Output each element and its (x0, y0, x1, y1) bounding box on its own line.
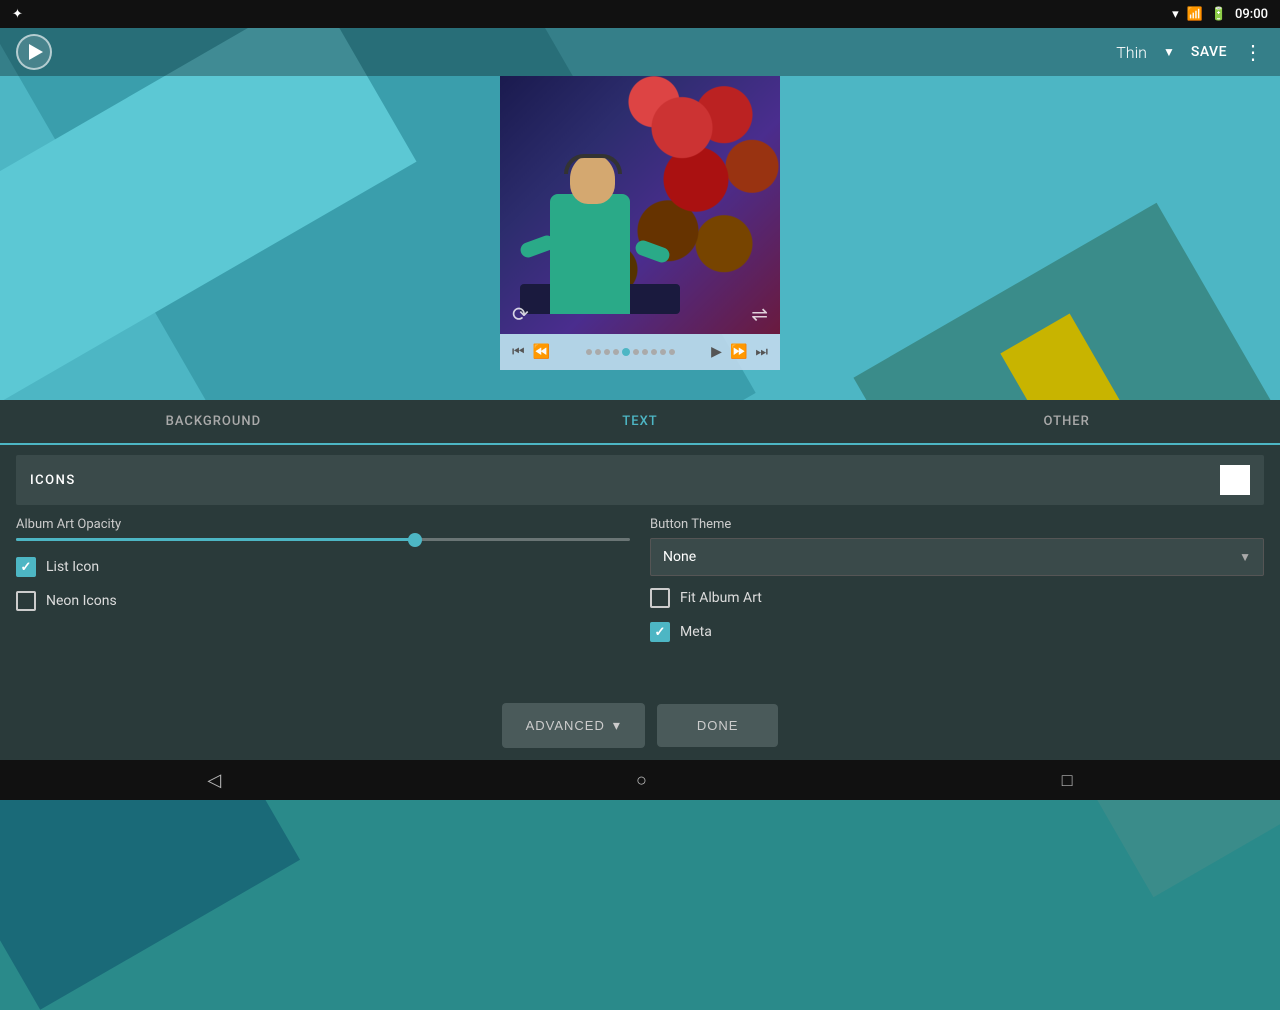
bottom-panel: BACKGROUND TEXT OTHER ICONS Album Art Op… (0, 400, 1280, 760)
icons-color-swatch[interactable] (1220, 465, 1250, 495)
toolbar: Thin ▼ SAVE ⋮ (0, 28, 1280, 76)
fit-album-art-row: Fit Album Art (650, 588, 1264, 608)
album-art-image (500, 76, 780, 334)
dj-arm-right (633, 238, 671, 264)
tab-other[interactable]: OTHER (853, 400, 1280, 443)
slider-thumb[interactable] (408, 533, 422, 547)
dot-2 (595, 349, 601, 355)
advanced-button[interactable]: ADVANCED ▾ (502, 703, 645, 748)
list-icon-row: List Icon (16, 557, 630, 577)
album-art-opacity-label: Album Art Opacity (16, 517, 630, 532)
status-bar-right: ▾ 📶 🔋 09:00 (1172, 7, 1268, 22)
controls-row: ⏮ ⏪ ▶ ⏩ ⏭ (500, 338, 780, 366)
slider-fill (16, 538, 415, 541)
rewind-button[interactable]: ⏮ (508, 340, 529, 364)
clock: 09:00 (1235, 7, 1268, 22)
album-art-opacity-row: Album Art Opacity (16, 517, 630, 541)
settings-columns: Album Art Opacity List Icon Neon Icons (16, 517, 1264, 656)
dot-1 (586, 349, 592, 355)
icons-section-label: ICONS (30, 473, 1220, 488)
play-button[interactable] (16, 34, 52, 70)
crossfade-icon[interactable]: ⇌ (751, 302, 768, 326)
dot-8 (651, 349, 657, 355)
dot-6 (633, 349, 639, 355)
dot-9 (660, 349, 666, 355)
dj-body (550, 194, 630, 314)
play-triangle-icon (29, 44, 43, 60)
player-controls: ⏮ ⏪ ▶ ⏩ ⏭ (500, 334, 780, 370)
fit-album-art-checkbox[interactable] (650, 588, 670, 608)
button-theme-value: None (663, 549, 696, 565)
shuffle-icon[interactable]: ⟳ (512, 302, 529, 326)
dot-5 (622, 348, 630, 356)
button-theme-wrapper: Button Theme None ▼ (650, 517, 1264, 576)
wifi-signal-icon: 📶 (1187, 7, 1203, 22)
list-icon-label: List Icon (46, 559, 99, 575)
dropdown-arrow-icon: ▼ (1239, 550, 1251, 564)
done-button[interactable]: DONE (657, 704, 779, 747)
dot-10 (669, 349, 675, 355)
tab-content: ICONS Album Art Opacity List Icon (0, 445, 1280, 691)
next-button[interactable]: ⏩ (726, 340, 751, 364)
album-art-opacity-slider[interactable] (16, 538, 630, 541)
dj-figure (520, 134, 680, 314)
fast-forward-button[interactable]: ⏭ (751, 340, 772, 364)
bottom-buttons: ADVANCED ▾ DONE (0, 691, 1280, 760)
tabs: BACKGROUND TEXT OTHER (0, 400, 1280, 445)
button-theme-dropdown[interactable]: None ▼ (650, 538, 1264, 576)
fit-album-art-label: Fit Album Art (680, 590, 762, 606)
save-button[interactable]: SAVE (1191, 44, 1227, 60)
android-icon: ✦ (12, 7, 23, 22)
status-bar-left: ✦ (12, 7, 23, 22)
toolbar-right: Thin ▼ SAVE ⋮ (1116, 40, 1264, 64)
theme-dropdown-icon[interactable]: ▼ (1163, 45, 1175, 59)
toolbar-left (16, 34, 52, 70)
battery-icon: 🔋 (1211, 7, 1227, 22)
meta-label: Meta (680, 624, 712, 640)
tab-background[interactable]: BACKGROUND (0, 400, 427, 443)
neon-icons-label: Neon Icons (46, 593, 117, 609)
col-right: Button Theme None ▼ Fit Album Art Meta (650, 517, 1264, 656)
neon-icons-row: Neon Icons (16, 591, 630, 611)
wifi-icon: ▾ (1172, 7, 1179, 22)
back-button[interactable]: ◁ (207, 770, 221, 791)
meta-row: Meta (650, 622, 1264, 642)
theme-title: Thin (1116, 43, 1147, 62)
col-left: Album Art Opacity List Icon Neon Icons (16, 517, 630, 656)
list-icon-checkbox[interactable] (16, 557, 36, 577)
dot-4 (613, 349, 619, 355)
dot-3 (604, 349, 610, 355)
album-art: ⟳ ⇌ (500, 76, 780, 334)
status-bar: ✦ ▾ 📶 🔋 09:00 (0, 0, 1280, 28)
dot-7 (642, 349, 648, 355)
more-options-button[interactable]: ⋮ (1243, 40, 1264, 64)
meta-checkbox[interactable] (650, 622, 670, 642)
button-theme-label: Button Theme (650, 517, 1264, 532)
nav-bar: ◁ ○ □ (0, 760, 1280, 800)
icons-section-bar: ICONS (16, 455, 1264, 505)
recent-apps-button[interactable]: □ (1062, 770, 1073, 791)
home-button[interactable]: ○ (636, 770, 647, 791)
player-area: ⟳ ⇌ ⏮ ⏪ ▶ ⏩ ⏭ (500, 76, 780, 370)
neon-icons-checkbox[interactable] (16, 591, 36, 611)
progress-dots (554, 348, 707, 356)
dj-headphones (564, 154, 622, 174)
prev-button[interactable]: ⏪ (529, 340, 554, 364)
tab-text[interactable]: TEXT (427, 400, 854, 443)
play-pause-button[interactable]: ▶ (707, 340, 726, 364)
advanced-chevron-icon: ▾ (613, 717, 621, 734)
